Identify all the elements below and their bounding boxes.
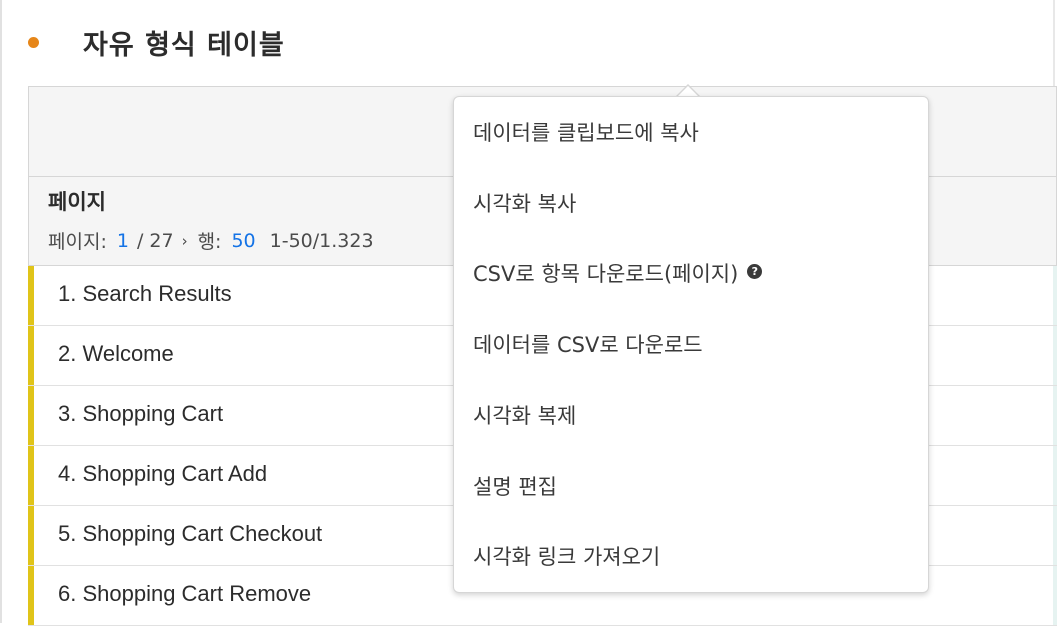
row-label: 6. Shopping Cart Remove	[58, 581, 312, 606]
row-selection-bar	[28, 266, 34, 325]
row-selection-bar	[28, 566, 34, 625]
status-dot-icon	[28, 36, 39, 48]
page-label: 페이지:	[48, 231, 107, 253]
panel-title[interactable]: 자유 형식 테이블	[83, 23, 285, 62]
row-label: 1. Search Results	[58, 281, 232, 306]
row-selection-bar	[28, 446, 34, 505]
menu-item-download-data-csv[interactable]: 데이터를 CSV로 다운로드	[454, 309, 928, 379]
row-label: 3. Shopping Cart	[58, 401, 224, 426]
menu-item-duplicate-visualization[interactable]: 시각화 복제	[454, 380, 928, 450]
chevron-right-icon[interactable]: ›	[182, 232, 188, 250]
menu-item-get-visualization-link[interactable]: 시각화 링크 가져오기	[454, 521, 928, 591]
dimension-title[interactable]: 페이지	[48, 186, 106, 216]
help-circle-icon[interactable]: ?	[747, 263, 763, 279]
row-label: 5. Shopping Cart Checkout	[58, 521, 323, 546]
menu-item-copy-data-clipboard[interactable]: 데이터를 클립보드에 복사	[454, 97, 928, 167]
menu-item-download-items-csv[interactable]: CSV로 항목 다운로드(페이지)?	[454, 238, 928, 308]
row-range: 1-50/1.323	[269, 229, 374, 252]
page-current-link[interactable]: 1	[117, 230, 129, 252]
row-selection-bar	[28, 386, 34, 445]
panel-title-row: 자유 형식 테이블	[28, 22, 285, 62]
page-total: / 27	[136, 229, 174, 252]
row-selection-bar	[28, 506, 34, 565]
context-menu: 데이터를 클립보드에 복사 시각화 복사 CSV로 항목 다운로드(페이지)? …	[453, 96, 929, 593]
row-selection-bar	[28, 326, 34, 385]
menu-item-copy-visualization[interactable]: 시각화 복사	[454, 168, 928, 238]
rows-label: 행:	[197, 231, 222, 253]
pager: 페이지: 1 / 27 › 행: 50 1-50/1.323	[48, 227, 374, 254]
row-label: 4. Shopping Cart Add	[58, 461, 268, 486]
rows-per-page-link[interactable]: 50	[231, 230, 255, 252]
menu-item-edit-description[interactable]: 설명 편집	[454, 451, 928, 521]
row-label: 2. Welcome	[58, 341, 174, 366]
